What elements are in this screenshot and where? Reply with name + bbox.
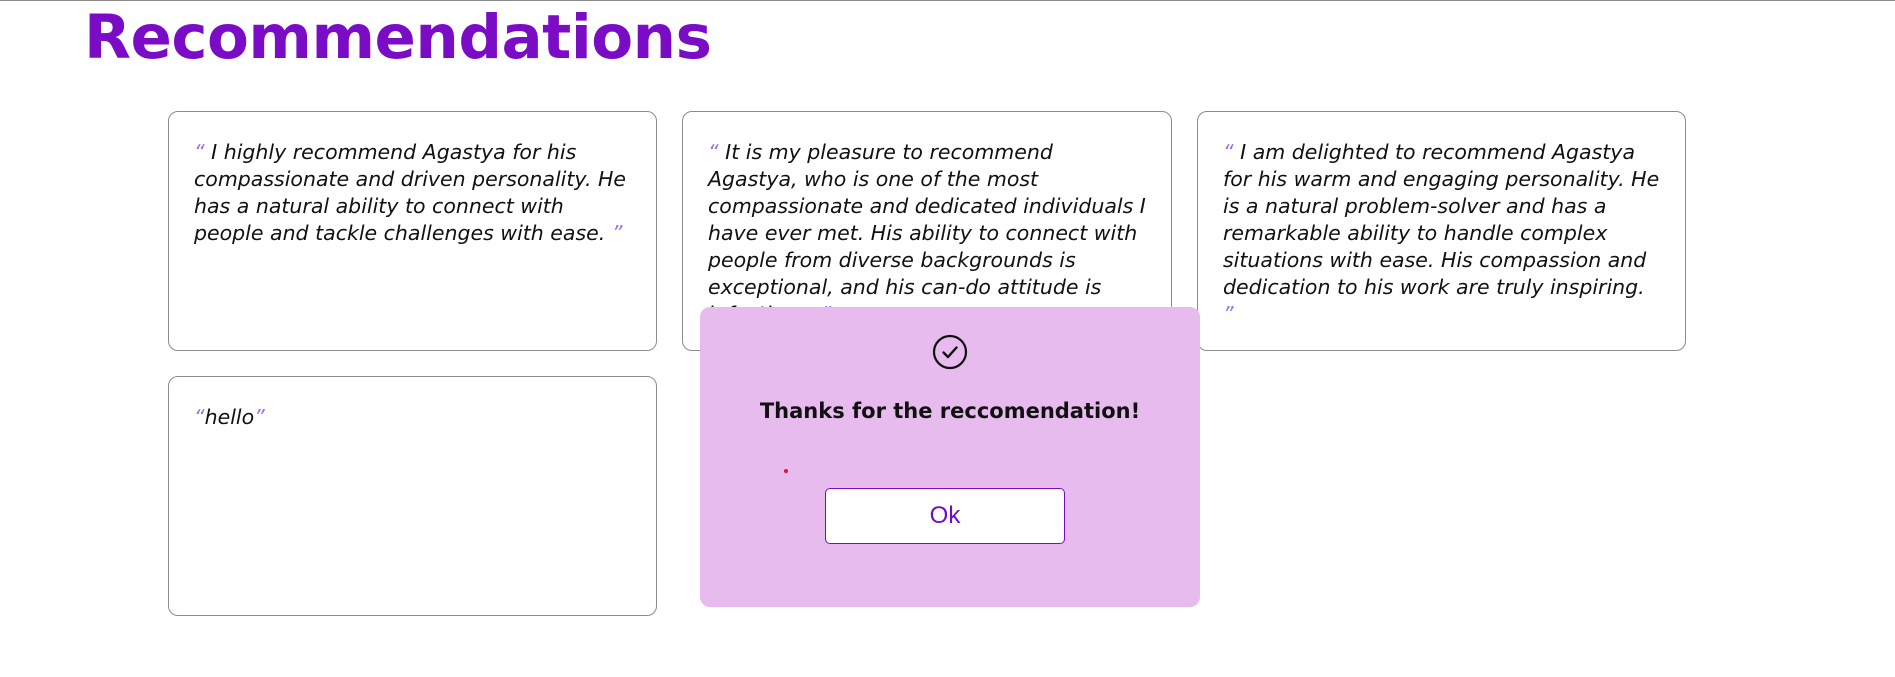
open-quote-mark: “ <box>194 405 205 429</box>
close-quote-mark: ” <box>1223 302 1234 326</box>
recommendation-card: “ I highly recommend Agastya for his com… <box>168 111 657 351</box>
check-circle-icon <box>932 334 968 370</box>
recommendation-body: It is my pleasure to recommend Agastya, … <box>708 140 1146 326</box>
red-dot-marker <box>784 469 788 473</box>
open-quote-mark: “ <box>1223 140 1234 164</box>
recommendation-body: hello <box>204 405 255 429</box>
confirmation-modal: Thanks for the reccomendation! Ok <box>700 307 1200 607</box>
open-quote-mark: “ <box>708 140 719 164</box>
recommendation-body: I highly recommend Agastya for his compa… <box>194 140 627 245</box>
close-quote-mark: ” <box>611 221 623 245</box>
recommendation-text: “ I highly recommend Agastya for his com… <box>194 139 631 247</box>
recommendation-text: “ It is my pleasure to recommend Agastya… <box>708 139 1146 328</box>
recommendation-text: “ I am delighted to recommend Agastya fo… <box>1223 139 1660 328</box>
recommendation-text: “hello” <box>194 404 631 431</box>
ok-button[interactable]: Ok <box>825 488 1065 544</box>
modal-message: Thanks for the reccomendation! <box>759 399 1141 423</box>
recommendation-card: “hello” <box>168 376 657 616</box>
open-quote-mark: “ <box>194 140 205 164</box>
recommendation-body: I am delighted to recommend Agastya for … <box>1223 140 1660 299</box>
close-quote-mark: ” <box>254 405 265 429</box>
page-title: Recommendations <box>84 2 712 73</box>
recommendation-card: “ I am delighted to recommend Agastya fo… <box>1197 111 1686 351</box>
